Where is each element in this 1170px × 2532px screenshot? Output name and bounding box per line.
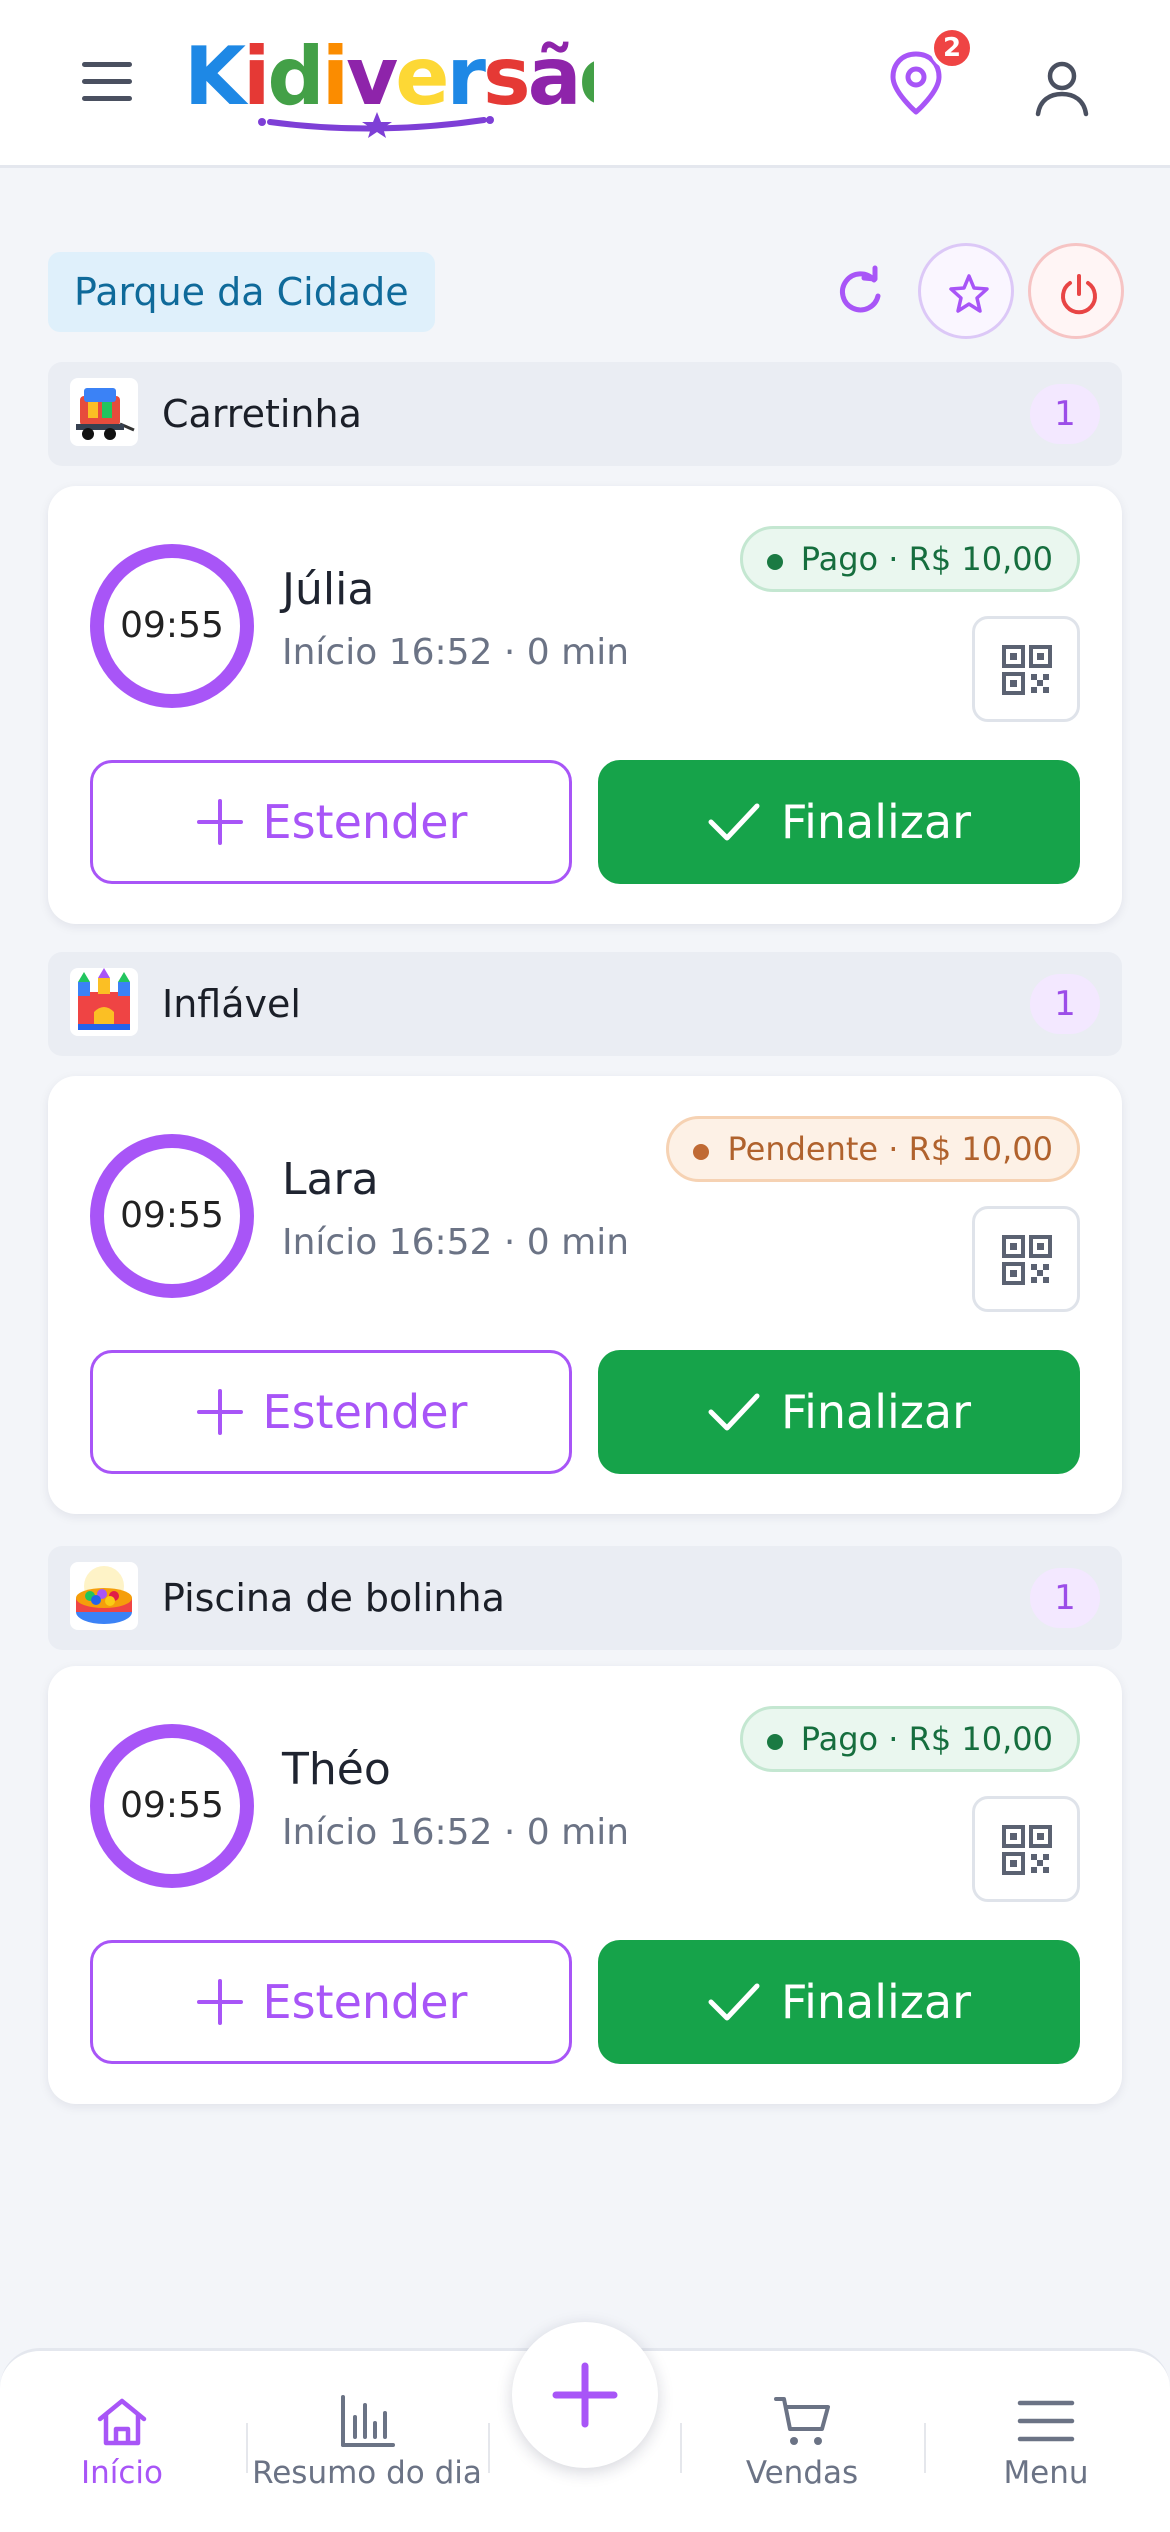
- finish-button-label: Finalizar: [780, 1975, 972, 2029]
- rental-card: 09:55 Lara Início 16:52 · 0 min Pendente…: [48, 1076, 1122, 1514]
- nav-home[interactable]: Início: [42, 2351, 202, 2532]
- extend-button[interactable]: Estender: [90, 1940, 572, 2064]
- payment-status-badge: Pago · R$ 10,00: [739, 1706, 1080, 1772]
- star-icon: [949, 274, 989, 313]
- start-time-info: Início 16:52 · 0 min: [282, 1812, 630, 1853]
- payment-status-badge: Pago · R$ 10,00: [739, 526, 1080, 592]
- nav-label: Menu: [1003, 2455, 1089, 2491]
- finish-button[interactable]: Finalizar: [598, 760, 1080, 884]
- finish-button-label: Finalizar: [780, 795, 972, 849]
- nav-divider: [924, 2423, 926, 2473]
- finish-button-label: Finalizar: [780, 1385, 972, 1439]
- check-icon: [708, 803, 760, 841]
- notification-badge: 2: [930, 26, 974, 70]
- qr-code-icon: [1002, 1235, 1052, 1285]
- payment-status-text: Pago · R$ 10,00: [800, 540, 1053, 578]
- extend-button[interactable]: Estender: [90, 760, 572, 884]
- category-count-badge: 1: [1030, 1568, 1100, 1628]
- nav-day-summary[interactable]: Resumo do dia: [252, 2351, 482, 2532]
- start-time-info: Início 16:52 · 0 min: [282, 1222, 630, 1263]
- logout-button[interactable]: [1028, 243, 1124, 339]
- category-header-inflavel[interactable]: Inflável 1: [48, 952, 1122, 1056]
- nav-label: Vendas: [745, 2455, 859, 2491]
- payment-status-text: Pago · R$ 10,00: [800, 1720, 1053, 1758]
- plus-icon: [196, 1389, 243, 1435]
- finish-button[interactable]: Finalizar: [598, 1940, 1080, 2064]
- app-header: Kidiversão 2: [0, 0, 1170, 168]
- add-rental-button[interactable]: [512, 2322, 658, 2468]
- favorite-button[interactable]: [918, 243, 1014, 339]
- ball-pit-thumbnail: [70, 1562, 138, 1630]
- extend-button-label: Estender: [262, 795, 468, 849]
- payment-status-text: Pendente · R$ 10,00: [727, 1130, 1053, 1168]
- nav-sales[interactable]: Vendas: [722, 2351, 882, 2532]
- power-icon: [1061, 274, 1097, 315]
- logo-wordmark: Kidiversão: [184, 30, 634, 138]
- plus-icon: [196, 799, 243, 845]
- nav-divider: [488, 2423, 490, 2473]
- countdown-timer: 09:55: [90, 1134, 254, 1298]
- nav-label: Início: [80, 2455, 164, 2491]
- rental-card: 09:55 Théo Início 16:52 · 0 min Pago · R…: [48, 1666, 1122, 2104]
- status-dot-icon: [766, 554, 783, 570]
- status-dot-icon: [693, 1144, 710, 1160]
- status-dot-icon: [766, 1734, 783, 1750]
- refresh-icon[interactable]: [830, 262, 890, 322]
- svg-text:Kidiversão: Kidiversão: [184, 30, 594, 123]
- trailer-thumbnail: [70, 378, 138, 446]
- bar-chart-icon: [341, 2395, 395, 2447]
- start-time-info: Início 16:52 · 0 min: [282, 632, 630, 673]
- extend-button-label: Estender: [262, 1975, 468, 2029]
- category-name: Piscina de bolinha: [162, 1576, 505, 1620]
- plus-icon: [552, 2362, 618, 2428]
- extend-button-label: Estender: [262, 1385, 468, 1439]
- nav-label: Resumo do dia: [252, 2455, 482, 2491]
- child-name: Théo: [282, 1744, 391, 1795]
- hamburger-menu-icon[interactable]: [80, 60, 136, 104]
- category-name: Inflável: [162, 982, 301, 1026]
- countdown-timer: 09:55: [90, 544, 254, 708]
- qr-code-button[interactable]: [972, 616, 1080, 722]
- bounce-house-thumbnail: [70, 968, 138, 1036]
- app-logo: Kidiversão: [184, 18, 634, 138]
- nav-divider: [680, 2423, 682, 2473]
- child-name: Lara: [282, 1154, 379, 1205]
- menu-icon: [1017, 2400, 1075, 2442]
- child-name: Júlia: [282, 564, 375, 615]
- check-icon: [708, 1983, 760, 2021]
- countdown-timer: 09:55: [90, 1724, 254, 1888]
- qr-code-button[interactable]: [972, 1796, 1080, 1902]
- qr-code-button[interactable]: [972, 1206, 1080, 1312]
- qr-code-icon: [1002, 1825, 1052, 1875]
- category-count-badge: 1: [1030, 384, 1100, 444]
- plus-icon: [196, 1979, 243, 2025]
- home-icon: [97, 2398, 147, 2446]
- payment-status-badge: Pendente · R$ 10,00: [666, 1116, 1080, 1182]
- location-chip[interactable]: Parque da Cidade: [48, 252, 435, 332]
- category-count-badge: 1: [1030, 974, 1100, 1034]
- finish-button[interactable]: Finalizar: [598, 1350, 1080, 1474]
- category-name: Carretinha: [162, 392, 362, 436]
- user-profile-icon[interactable]: [1030, 56, 1094, 120]
- extend-button[interactable]: Estender: [90, 1350, 572, 1474]
- category-header-piscina-de-bolinha[interactable]: Piscina de bolinha 1: [48, 1546, 1122, 1650]
- qr-code-icon: [1002, 645, 1052, 695]
- check-icon: [708, 1393, 760, 1431]
- rental-card: 09:55 Júlia Início 16:52 · 0 min Pago · …: [48, 486, 1122, 924]
- category-header-carretinha[interactable]: Carretinha 1: [48, 362, 1122, 466]
- cart-icon: [774, 2397, 830, 2445]
- nav-divider: [246, 2423, 248, 2473]
- nav-menu[interactable]: Menu: [966, 2351, 1126, 2532]
